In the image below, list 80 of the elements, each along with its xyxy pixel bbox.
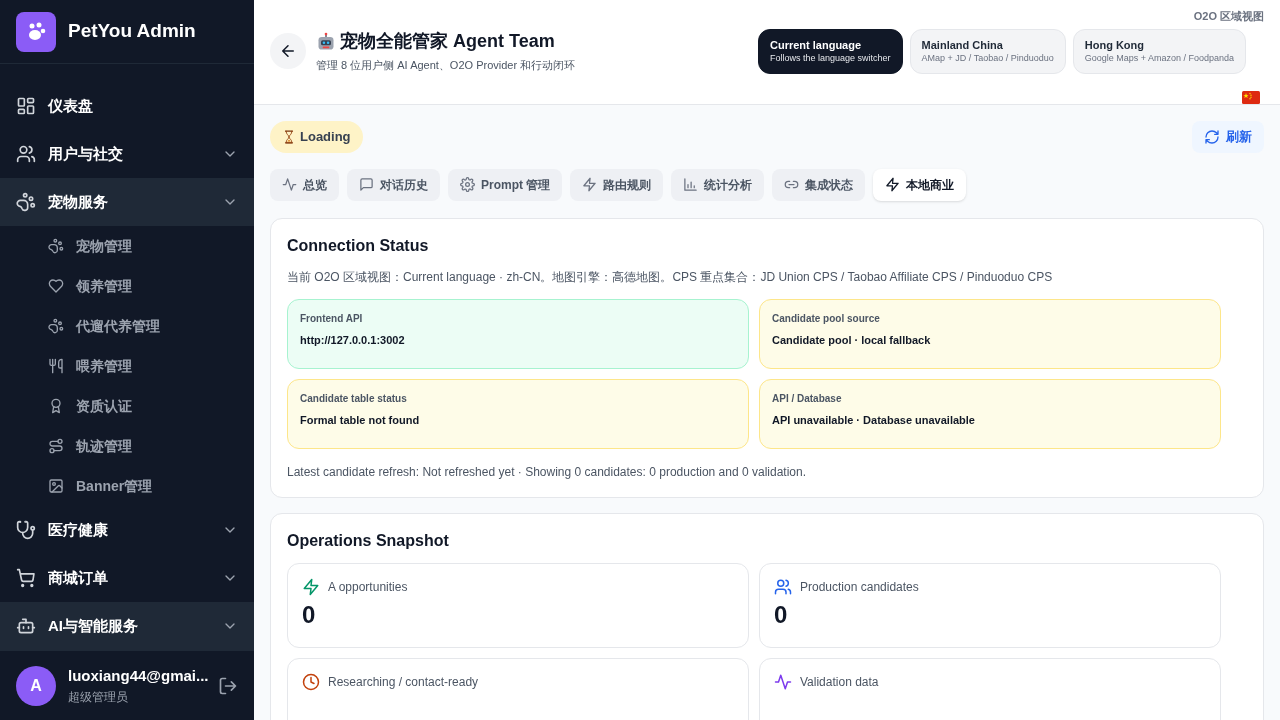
logout-icon[interactable] <box>218 675 238 696</box>
tab[interactable]: 路由规则 <box>570 168 664 201</box>
tile-value: http://127.0.0.1:3002 <box>300 332 406 348</box>
stat-label: Validation data <box>800 673 879 691</box>
region-option[interactable]: Mainland China AMap + JD / Taobao / Pinduoduo <box>909 28 1066 74</box>
users-icon <box>774 577 792 596</box>
user-email: luoxiang44@gmai... <box>68 666 206 687</box>
utensils-icon <box>48 358 64 374</box>
stat-value: 0 <box>302 599 317 630</box>
tab[interactable]: 对话历史 <box>347 168 440 201</box>
region-label: O2O 区域视图 <box>1193 9 1264 24</box>
user-role: 超级管理员 <box>68 688 129 706</box>
refresh-icon <box>1204 128 1220 145</box>
paw-icon <box>48 238 64 254</box>
sidebar-item[interactable]: 商城订单 <box>0 554 254 602</box>
footnote-text: Latest candidate refresh: Not refreshed yet · Showing 0 candidates: 0 production and 0 validation. <box>287 463 807 481</box>
refresh-button[interactable]: 刷新 <box>1192 120 1264 153</box>
region-option[interactable]: Current language Follows the language switcher <box>758 28 903 74</box>
stat-label: Production candidates <box>800 578 919 596</box>
stat-label: A opportunities <box>328 578 408 596</box>
tab[interactable]: Prompt 管理 <box>448 168 563 201</box>
tile-value: Formal table not found <box>300 412 421 428</box>
tab[interactable]: 统计分析 <box>671 168 765 201</box>
image-icon <box>48 478 64 494</box>
section-title: Operations Snapshot <box>287 530 450 551</box>
section-title: Connection Status <box>287 235 430 256</box>
paw-icon <box>48 318 64 334</box>
sidebar-subitem[interactable]: 资质认证 <box>0 386 254 426</box>
chat-icon <box>359 177 374 192</box>
award-icon <box>48 398 64 414</box>
pulse-icon <box>282 177 297 192</box>
stat-value: 0 <box>774 599 789 630</box>
tile-label: Candidate table status <box>300 391 408 406</box>
users-icon <box>16 144 36 164</box>
loading-badge: Loading <box>270 120 363 153</box>
sidebar-subitem[interactable]: 代遛代养管理 <box>0 306 254 346</box>
heart-icon <box>48 278 64 294</box>
tile-label: Frontend API <box>300 311 364 326</box>
sidebar-item[interactable]: AI与智能服务 <box>0 602 254 650</box>
tile-label: Candidate pool source <box>772 311 881 326</box>
flag-icon <box>1242 90 1260 104</box>
brand-name: PetYou Admin <box>68 19 196 44</box>
bar-chart-icon <box>683 177 699 192</box>
tile-value: Candidate pool · local fallback <box>772 332 932 348</box>
back-button[interactable] <box>270 32 306 69</box>
tab[interactable]: 总览 <box>270 168 339 201</box>
sidebar-item[interactable]: 仪表盘 <box>0 82 254 130</box>
robot-icon <box>16 616 36 636</box>
sidebar-subitem[interactable]: 喂养管理 <box>0 346 254 386</box>
tab[interactable]: 集成状态 <box>772 168 866 201</box>
settings-icon <box>460 177 475 192</box>
route-icon <box>48 438 64 454</box>
sidebar-item[interactable]: 用户与社交 <box>0 130 254 178</box>
sidebar-subitem[interactable]: 领养管理 <box>0 266 254 306</box>
region-option[interactable]: Hong Kong Google Maps + Amazon / Foodpanda <box>1072 28 1247 74</box>
stat-label: Researching / contact-ready <box>328 673 479 691</box>
pulse-icon <box>774 672 792 691</box>
tile-value: API unavailable · Database unavailable <box>772 412 976 428</box>
page-subtitle: 管理 8 位用户侧 AI Agent、O2O Provider 和行动闭环 <box>316 58 576 73</box>
sidebar-subitem[interactable]: 轨迹管理 <box>0 426 254 466</box>
clock-icon <box>302 672 320 691</box>
robot-icon <box>316 31 336 52</box>
summary-text: 当前 O2O 区域视图：Current language · zh-CN。地图引擎：高德地图。CPS 重点集合：JD Union CPS / Taobao Affiliate CPS / Pinduoduo CPS <box>287 268 1054 286</box>
lightning-icon <box>885 177 901 192</box>
sidebar-item[interactable]: 医疗健康 <box>0 506 254 554</box>
logo-icon <box>16 11 56 52</box>
sidebar-subitem[interactable]: Banner管理 <box>0 466 254 506</box>
paw-icon <box>16 192 36 212</box>
sidebar-subitem[interactable]: 宠物管理 <box>0 226 254 266</box>
cart-icon <box>16 568 36 588</box>
dashboard-icon <box>16 96 36 116</box>
lightning-icon <box>302 577 320 596</box>
page-title: 宠物全能管家 Agent Team <box>340 30 555 53</box>
tile-label: API / Database <box>772 391 843 406</box>
hourglass-icon <box>282 129 296 144</box>
user-avatar: A <box>16 665 56 706</box>
sidebar-item[interactable]: 宠物服务 <box>0 178 254 226</box>
lightning-icon <box>582 177 598 192</box>
tab[interactable]: 本地商业 <box>873 168 967 201</box>
stethoscope-icon <box>16 520 36 540</box>
